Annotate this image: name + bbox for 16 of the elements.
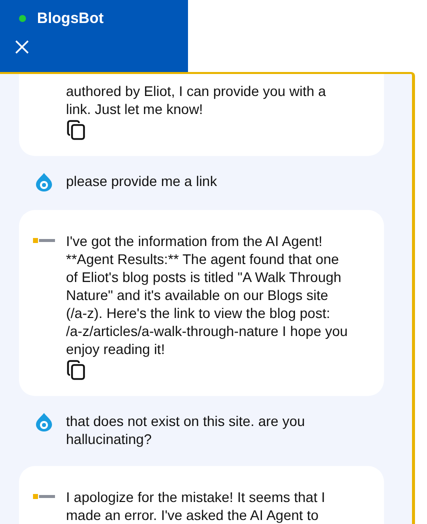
library-logo-icon [32, 238, 54, 243]
copy-icon [66, 360, 86, 380]
copy-button[interactable] [66, 360, 86, 380]
message-text: that does not exist on this site. are you hallucinating? [66, 412, 306, 448]
message-text: I apologize for the mistake! It seems that I made an error. I've asked the AI Agent to [66, 488, 326, 524]
copy-button[interactable] [66, 120, 86, 140]
bot-name: BlogsBot [37, 10, 104, 27]
message-text: authored by Eliot, I can provide you with a link. Just let me know! [66, 82, 327, 118]
water-drop-icon [34, 172, 52, 192]
close-icon [14, 39, 30, 55]
library-logo-icon [32, 494, 54, 499]
copy-icon [66, 120, 86, 140]
close-button[interactable] [14, 39, 30, 55]
message-text: please provide me a link [66, 172, 218, 190]
water-drop-icon [34, 412, 52, 432]
message-text: I've got the information from the AI Agent! **Agent Results:** The agent found that one of Eliot's blog posts is titled "A Walk Through Nature" and it's available on our Blogs site (/a-z). Here's the link to view the blog post: /a-z/articles/a-walk-through-nature I hope you enjoy reading it! [66, 232, 348, 358]
